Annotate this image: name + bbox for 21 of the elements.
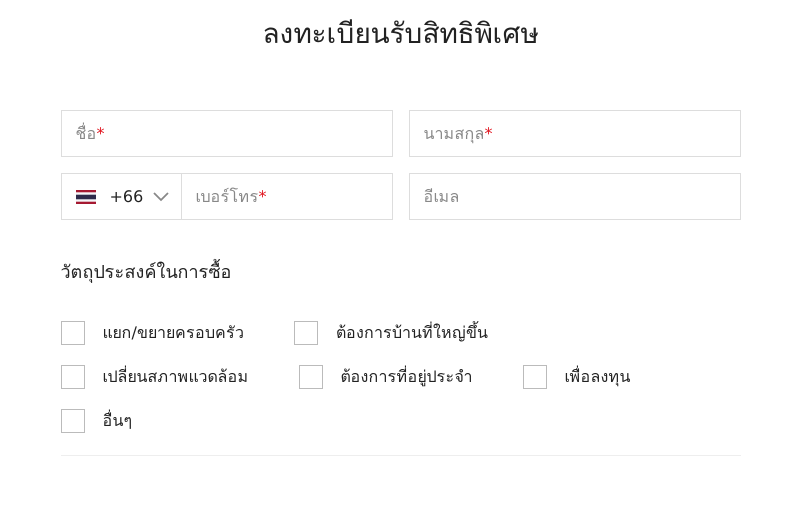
checkbox[interactable] [60, 408, 84, 432]
checkbox-label: ต้องการบ้านที่ใหญ่ขึ้น [336, 320, 488, 344]
checkbox[interactable] [60, 364, 84, 388]
phone-field[interactable]: เบอร์โทร* [180, 173, 392, 220]
checkbox[interactable] [60, 320, 84, 344]
country-code-dropdown[interactable]: +66 [60, 173, 180, 220]
checkbox[interactable] [298, 364, 322, 388]
checkbox-label: เพื่อลงทุน [564, 364, 630, 388]
checkbox-label: แยก/ขยายครอบครัว [102, 322, 244, 344]
checkbox[interactable] [294, 320, 318, 344]
email-field[interactable]: อีเมล [408, 173, 740, 220]
flag-icon [76, 190, 96, 204]
checkbox[interactable] [522, 364, 546, 388]
text-field[interactable]: นามสกุล* [408, 110, 740, 157]
checkbox-label: ต้องการที่อยู่ประจำ [340, 364, 472, 388]
form-title: ลงทะเบียนรับสิทธิพิเศษ [262, 16, 540, 52]
section-heading: วัตถุประสงค์ในการซื้อ [60, 258, 740, 288]
chevron-down-icon [152, 192, 168, 202]
text-field[interactable]: ชื่อ* [60, 110, 392, 157]
checkbox-label: เปลี่ยนสภาพแวดล้อม [102, 364, 248, 388]
checkbox-label: อื่นๆ [102, 408, 132, 432]
